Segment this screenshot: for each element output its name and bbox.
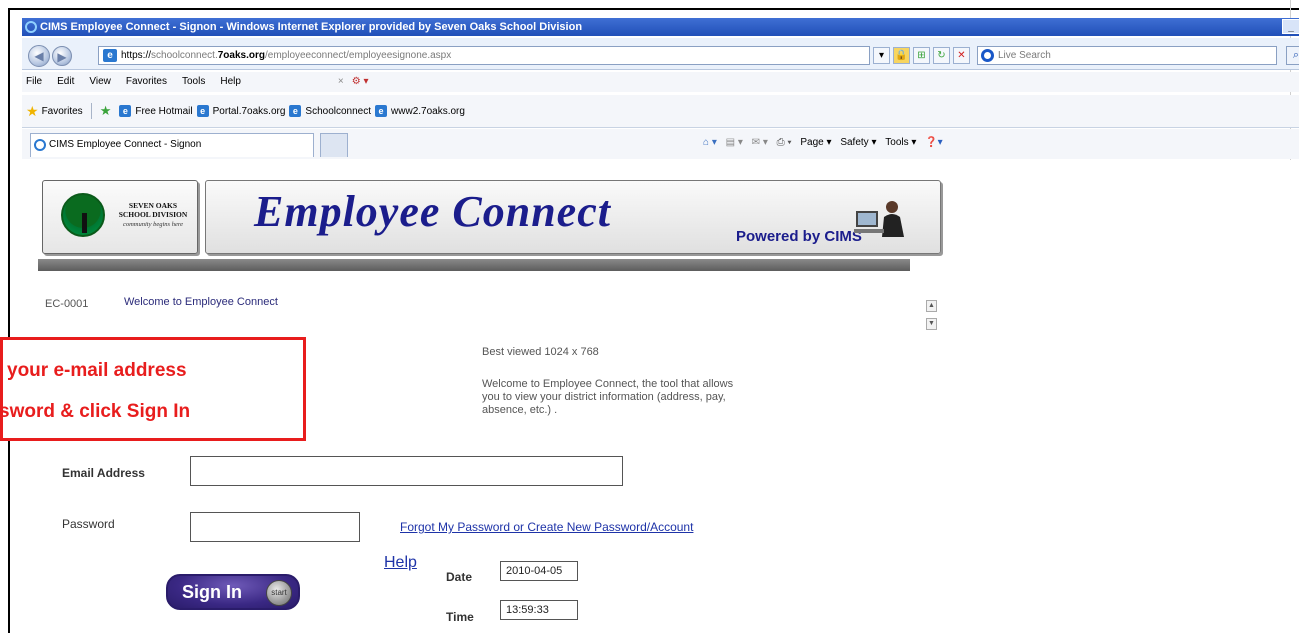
menu-file[interactable]: File <box>26 72 42 92</box>
banner-title-box: Employee Connect Powered by CIMS <box>205 180 941 254</box>
logo-text: SEVEN OAKS SCHOOL DIVISION <box>111 201 195 219</box>
password-field[interactable] <box>190 512 360 542</box>
search-placeholder: Live Search <box>998 50 1051 61</box>
forward-arrow-icon[interactable]: ▶ <box>52 46 72 66</box>
add-favorite-icon[interactable]: ★ <box>100 103 112 119</box>
page-e-icon: e <box>289 105 302 117</box>
scroll-down-icon[interactable]: ▼ <box>926 318 937 330</box>
instruction-callout: your e-mail address sword & click Sign I… <box>0 337 306 441</box>
home-icon[interactable]: ⌂ ▾ <box>703 137 717 148</box>
tab-bar: CIMS Employee Connect - Signon ⌂ ▾ ▤ ▾ ✉… <box>22 129 1299 159</box>
url-path: /employeeconnect/employeesignone.aspx <box>264 50 452 61</box>
app-title: Employee Connect <box>254 187 611 236</box>
minimize-button[interactable]: _ <box>1282 19 1299 34</box>
page-e-icon: e <box>119 105 132 117</box>
url-scheme: https:// <box>121 50 152 61</box>
scroll-up-icon[interactable]: ▲ <box>926 300 937 312</box>
callout-line2: sword & click Sign In <box>0 401 191 422</box>
help-link[interactable]: Help <box>384 554 417 572</box>
menu-edit[interactable]: Edit <box>57 72 74 92</box>
new-tab-button[interactable] <box>320 133 348 157</box>
callout-line1: your e-mail address <box>7 360 187 381</box>
time-label: Time <box>446 610 474 624</box>
password-label: Password <box>62 517 115 531</box>
tab-cims-signon[interactable]: CIMS Employee Connect - Signon <box>30 133 314 157</box>
page-e-icon: e <box>375 105 388 117</box>
email-field[interactable] <box>190 456 623 486</box>
favorites-star-icon[interactable]: ★ <box>26 103 39 120</box>
address-toolbar: ◀ ▶ e https://schoolconnect.7oaks.org/emp… <box>22 38 1299 70</box>
compatibility-icon[interactable]: ⊞ <box>913 47 930 64</box>
tree-icon <box>61 193 105 237</box>
date-label: Date <box>446 570 473 584</box>
window-titlebar: CIMS Employee Connect - Signon - Windows… <box>22 18 1299 36</box>
sign-in-button[interactable]: Sign In start <box>166 574 300 610</box>
email-label: Email Address <box>62 466 145 480</box>
people-at-computer-icon <box>854 201 904 237</box>
ie-icon <box>34 139 46 151</box>
search-input[interactable]: Live Search <box>977 46 1277 65</box>
tools-menu[interactable]: Tools ▾ <box>885 137 916 148</box>
forgot-password-link[interactable]: Forgot My Password or Create New Passwor… <box>400 520 693 534</box>
ie-icon <box>25 21 37 33</box>
favorites-bar: ★ Favorites ★ e Free Hotmail e Portal.7o… <box>22 95 1299 128</box>
screen-code: EC-0001 <box>45 298 89 310</box>
lock-icon[interactable]: 🔒 <box>893 47 910 64</box>
toolbar-divider <box>90 103 92 119</box>
page-e-icon: e <box>196 105 209 117</box>
menu-help[interactable]: Help <box>220 72 241 92</box>
command-bar: ⌂ ▾ ▤ ▾ ✉ ▾ ⎙ ▾ Page ▾ Safety ▾ Tools ▾ … <box>697 137 943 148</box>
favorite-link-hotmail[interactable]: Free Hotmail <box>135 106 192 117</box>
banner-divider <box>38 259 910 271</box>
menu-view[interactable]: View <box>89 72 111 92</box>
help-icon[interactable]: ❓▾ <box>925 137 942 148</box>
logo-line1: SEVEN OAKS <box>128 201 178 210</box>
school-logo: SEVEN OAKS SCHOOL DIVISION community beg… <box>42 180 198 254</box>
url-host-prefix: schoolconnect. <box>151 50 218 61</box>
favorite-link-portal[interactable]: Portal.7oaks.org <box>213 106 286 117</box>
menu-tools[interactable]: Tools <box>182 72 205 92</box>
print-icon[interactable]: ⎙ ▾ <box>777 137 792 148</box>
logo-tagline: community begins here <box>122 221 184 228</box>
favorite-link-www2[interactable]: www2.7oaks.org <box>391 106 465 117</box>
safety-menu[interactable]: Safety ▾ <box>840 137 876 148</box>
back-arrow-icon[interactable]: ◀ <box>28 45 50 67</box>
dropdown-arrow-icon[interactable]: ▾ <box>873 47 890 64</box>
address-input[interactable]: e https://schoolconnect.7oaks.org/employe… <box>98 46 870 65</box>
menu-favorites[interactable]: Favorites <box>126 72 167 92</box>
refresh-icon[interactable]: ↻ <box>933 47 950 64</box>
close-icon[interactable]: × <box>338 72 344 92</box>
time-field[interactable]: 13:59:33 <box>500 600 578 620</box>
start-badge-icon: start <box>266 580 292 606</box>
addon-icon[interactable]: ⚙ ▾ <box>352 72 369 92</box>
address-icons: ▾ 🔒 ⊞ ↻ ✕ <box>873 47 970 64</box>
powered-by: Powered by CIMS <box>736 228 862 245</box>
page-e-icon: e <box>103 49 117 62</box>
page-menu[interactable]: Page ▾ <box>800 137 831 148</box>
bing-icon <box>981 49 994 62</box>
url-host: 7oaks.org <box>217 50 265 61</box>
welcome-description: Welcome to Employee Connect, the tool th… <box>482 378 734 416</box>
best-viewed-note: Best viewed 1024 x 768 <box>482 346 599 358</box>
stop-icon[interactable]: ✕ <box>953 47 970 64</box>
search-icon[interactable]: ⌕ <box>1286 46 1299 65</box>
welcome-heading: Welcome to Employee Connect <box>124 296 278 308</box>
menu-bar: File Edit View Favorites Tools Help × ⚙ … <box>22 72 1299 92</box>
sign-in-label: Sign In <box>182 582 242 602</box>
logo-line2: SCHOOL DIVISION <box>118 210 188 219</box>
mail-icon[interactable]: ✉ ▾ <box>752 137 768 148</box>
window-title: CIMS Employee Connect - Signon - Windows… <box>40 21 583 33</box>
favorite-link-schoolconnect[interactable]: Schoolconnect <box>305 106 371 117</box>
tab-label: CIMS Employee Connect - Signon <box>49 139 202 150</box>
favorites-button[interactable]: Favorites <box>42 106 83 117</box>
feeds-icon[interactable]: ▤ ▾ <box>726 137 743 148</box>
date-field[interactable]: 2010-04-05 <box>500 561 578 581</box>
